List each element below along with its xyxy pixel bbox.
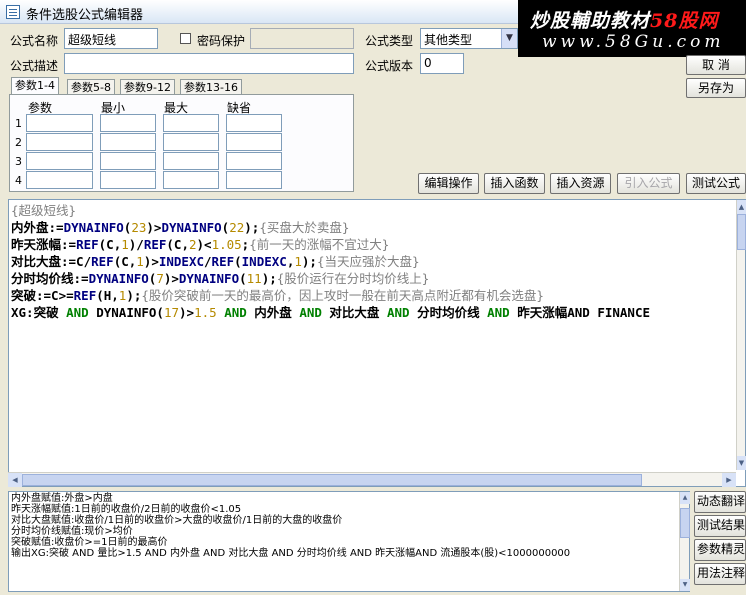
insert-resource-button[interactable]: 插入资源 bbox=[550, 173, 611, 194]
param-row-number: 4 bbox=[15, 174, 22, 187]
import-formula-button: 引入公式 bbox=[617, 173, 680, 194]
param-min-input[interactable] bbox=[100, 133, 156, 151]
output-line: 对比大盘赋值:收盘价/1日前的收盘价>大盘的收盘价/1日前的大盘的收盘价 bbox=[11, 515, 343, 526]
watermark-prefix: 炒股輔助教材 bbox=[530, 10, 651, 32]
formula-name-label: 公式名称 bbox=[10, 34, 59, 48]
param-max-input[interactable] bbox=[163, 114, 219, 132]
param-name-input[interactable] bbox=[26, 152, 93, 170]
output-scrollbar[interactable]: ▲ ▼ bbox=[679, 492, 690, 591]
password-checkbox[interactable] bbox=[180, 33, 191, 44]
dynamic-translate-button[interactable]: 动态翻译 bbox=[694, 491, 746, 513]
editor-vertical-scrollbar[interactable]: ▲ ▼ bbox=[736, 200, 746, 470]
chevron-down-icon[interactable]: ▼ bbox=[501, 29, 517, 48]
editor-horizontal-scrollbar[interactable]: ◀ ▶ bbox=[8, 472, 736, 487]
formula-version-input[interactable]: 0 bbox=[420, 53, 464, 74]
app-icon bbox=[6, 5, 20, 19]
formula-desc-input[interactable] bbox=[64, 53, 354, 74]
scroll-thumb[interactable] bbox=[737, 214, 746, 250]
scroll-up-icon[interactable]: ▲ bbox=[737, 200, 746, 214]
output-line: 突破赋值:收盘价>=1日前的最高价 bbox=[11, 537, 168, 548]
edit-operations-button[interactable]: 编辑操作 bbox=[418, 173, 479, 194]
usage-notes-button[interactable]: 用法注释 bbox=[694, 563, 746, 585]
scroll-thumb[interactable] bbox=[22, 474, 642, 486]
param-name-input[interactable] bbox=[26, 133, 93, 151]
watermark-line1: 炒股輔助教材58股网 bbox=[530, 6, 718, 33]
output-line: 输出XG:突破 AND 量比>1.5 AND 内外盘 AND 对比大盘 AND … bbox=[11, 548, 571, 559]
scroll-thumb[interactable] bbox=[680, 508, 690, 538]
param-default-input[interactable] bbox=[226, 114, 282, 132]
watermark-logo: 炒股輔助教材58股网 www.58Gu.com bbox=[518, 0, 746, 57]
password-input bbox=[250, 28, 354, 49]
formula-editor[interactable]: {超级短线} 内外盘:=DYNAINFO(23)>DYNAINFO(22);{买… bbox=[8, 199, 746, 487]
output-line: 分时均价线赋值:现价>均价 bbox=[11, 526, 133, 537]
cancel-button[interactable]: 取 消 bbox=[686, 55, 746, 75]
params-panel: 参数 最小 最大 缺省 1 2 3 4 bbox=[9, 94, 354, 192]
watermark-brand: 58股网 bbox=[650, 10, 719, 32]
translation-output: 内外盘赋值:外盘>内盘 昨天涨幅赋值:1日前的收盘价/2日前的收盘价<1.05 … bbox=[8, 491, 690, 592]
test-formula-button[interactable]: 测试公式 bbox=[686, 173, 746, 194]
param-max-input[interactable] bbox=[163, 171, 219, 189]
window-title: 条件选股公式编辑器 bbox=[26, 8, 144, 23]
formula-type-value: 其他类型 bbox=[424, 33, 473, 47]
scroll-right-icon[interactable]: ▶ bbox=[722, 473, 736, 487]
insert-function-button[interactable]: 插入函数 bbox=[484, 173, 545, 194]
password-label: 密码保护 bbox=[197, 34, 246, 48]
param-default-input[interactable] bbox=[226, 152, 282, 170]
param-row-number: 3 bbox=[15, 155, 22, 168]
scroll-down-icon[interactable]: ▼ bbox=[680, 579, 690, 591]
param-name-input[interactable] bbox=[26, 171, 93, 189]
formula-type-select[interactable]: 其他类型 ▼ bbox=[420, 28, 518, 49]
param-max-input[interactable] bbox=[163, 152, 219, 170]
output-line: 昨天涨幅赋值:1日前的收盘价/2日前的收盘价<1.05 bbox=[11, 504, 242, 515]
param-default-input[interactable] bbox=[226, 171, 282, 189]
param-min-input[interactable] bbox=[100, 152, 156, 170]
save-as-button[interactable]: 另存为 bbox=[686, 78, 746, 98]
formula-name-input[interactable]: 超级短线 bbox=[64, 28, 158, 49]
param-min-input[interactable] bbox=[100, 171, 156, 189]
scroll-left-icon[interactable]: ◀ bbox=[8, 473, 22, 487]
watermark-url: www.58Gu.com bbox=[542, 32, 725, 52]
param-max-input[interactable] bbox=[163, 133, 219, 151]
output-line: 内外盘赋值:外盘>内盘 bbox=[11, 493, 113, 504]
param-default-input[interactable] bbox=[226, 133, 282, 151]
param-row-number: 2 bbox=[15, 136, 22, 149]
param-wizard-button[interactable]: 参数精灵 bbox=[694, 539, 746, 561]
formula-version-label: 公式版本 bbox=[365, 59, 414, 73]
param-row-number: 1 bbox=[15, 117, 22, 130]
param-name-input[interactable] bbox=[26, 114, 93, 132]
param-min-input[interactable] bbox=[100, 114, 156, 132]
code-line: XG:突破 AND DYNAINFO(17)>1.5 AND 内外盘 AND 对… bbox=[11, 305, 650, 320]
scroll-up-icon[interactable]: ▲ bbox=[680, 492, 690, 504]
formula-type-label: 公式类型 bbox=[365, 34, 414, 48]
formula-desc-label: 公式描述 bbox=[10, 59, 59, 73]
scroll-down-icon[interactable]: ▼ bbox=[737, 456, 746, 470]
test-result-button[interactable]: 测试结果 bbox=[694, 515, 746, 537]
